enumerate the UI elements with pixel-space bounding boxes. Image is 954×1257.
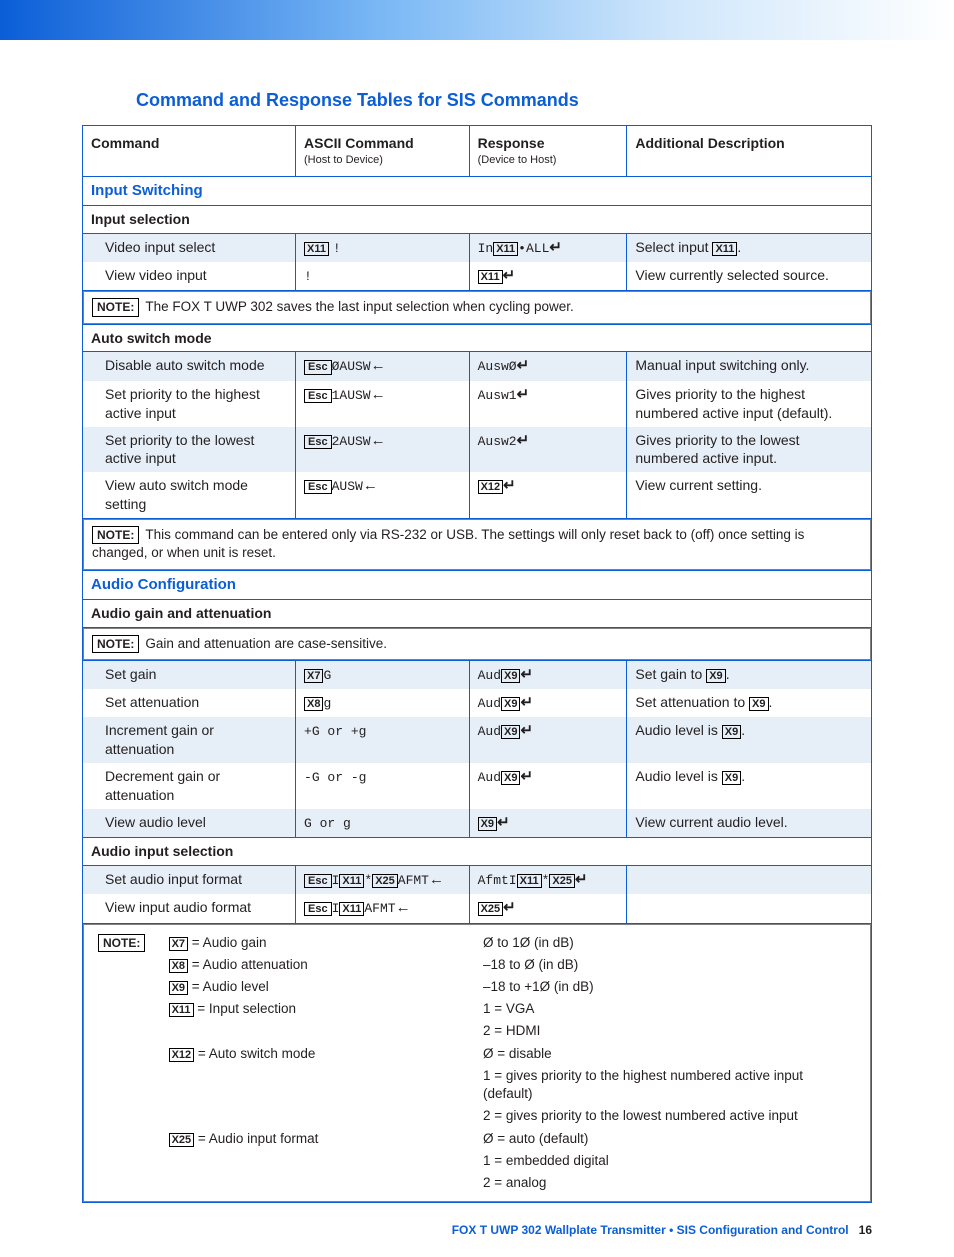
section-audio-config: Audio Configuration [83,570,872,599]
top-gradient-bar [0,0,954,40]
subsection-audio-gain: Audio gain and attenuation [83,599,872,627]
row-set-gain: Set gain X7G AudX9 Set gain to X9. [83,660,872,689]
subsection-auto-switch: Auto switch mode [83,324,872,352]
subsection-input-selection: Input selection [83,205,872,233]
row-video-input-select: Video input select X11 ! InX11ALL Select… [83,233,872,262]
row-disable-auto-switch: Disable auto switch mode EscØAUSW AuswØ … [83,352,872,381]
command-table: Command ASCII Command(Host to Device) Re… [82,125,872,1203]
subsection-audio-input-sel: Audio input selection [83,838,872,866]
row-view-auto-switch: View auto switch mode setting EscAUSW X1… [83,472,872,518]
table-header-row: Command ASCII Command(Host to Device) Re… [83,126,872,177]
col-response: Response(Device to Host) [469,126,627,177]
row-view-audio-level: View audio level G or g X9 View current … [83,809,872,838]
col-ascii: ASCII Command(Host to Device) [296,126,470,177]
row-increment: Increment gain or attenuation +G or +g A… [83,717,872,763]
row-priority-highest: Set priority to the highest active input… [83,381,872,427]
row-priority-lowest: Set priority to the lowest active input … [83,427,872,473]
row-set-audio-input-format: Set audio input format EscIX11*X25AFMT A… [83,866,872,895]
note-row-2: NOTE:This command can be entered only vi… [83,519,872,570]
row-view-video-input: View video input ! X11 View currently se… [83,262,872,291]
row-set-attenuation: Set attenuation X8g AudX9 Set attenuatio… [83,689,872,717]
col-command: Command [83,126,296,177]
col-desc: Additional Description [627,126,872,177]
row-view-input-audio-format: View input audio format EscIX11AFMT X25 [83,894,872,923]
note-row-3: NOTE:Gain and attenuation are case-sensi… [83,627,872,660]
page-title: Command and Response Tables for SIS Comm… [136,90,872,111]
page-content: Command and Response Tables for SIS Comm… [42,40,912,1257]
section-input-switching: Input Switching [83,176,872,205]
legend-block: NOTE: X7 = Audio gain Ø to 1Ø (in dB) X8… [83,923,872,1203]
note-row-1: NOTE:The FOX T UWP 302 saves the last in… [83,291,872,324]
row-decrement: Decrement gain or attenuation -G or -g A… [83,763,872,809]
page-footer: FOX T UWP 302 Wallplate Transmitter • SI… [82,1223,872,1237]
